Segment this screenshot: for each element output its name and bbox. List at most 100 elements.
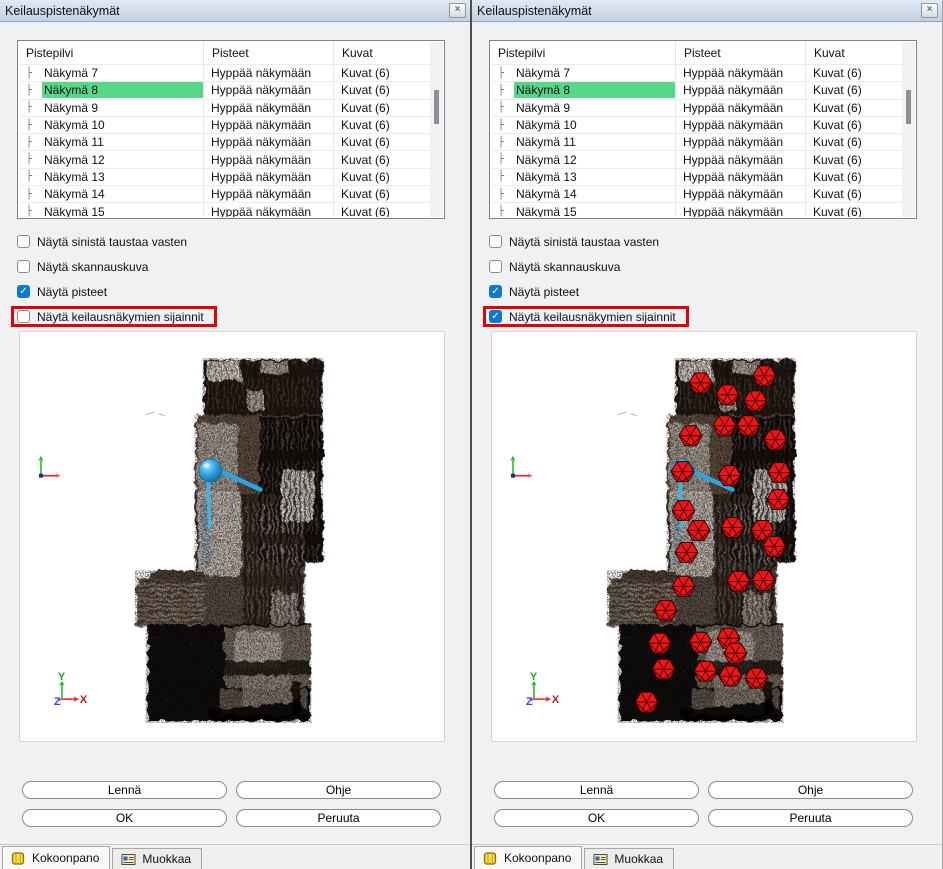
scan-position-marker[interactable] bbox=[652, 659, 675, 679]
scan-position-marker[interactable] bbox=[635, 692, 658, 712]
jump-to-view-action[interactable]: Hyppää näkymään bbox=[676, 82, 806, 98]
scan-position-marker[interactable] bbox=[764, 430, 787, 450]
table-row[interactable]: ├ Näkymä 10 Hyppää näkymään Kuvat (6) bbox=[491, 116, 902, 133]
scan-position-marker[interactable] bbox=[672, 576, 695, 596]
images-link[interactable]: Kuvat (6) bbox=[334, 169, 430, 185]
jump-to-view-action[interactable]: Hyppää näkymään bbox=[676, 151, 806, 167]
jump-to-view-action[interactable]: Hyppää näkymään bbox=[204, 117, 334, 133]
jump-to-view-action[interactable]: Hyppää näkymään bbox=[204, 65, 334, 81]
images-link[interactable]: Kuvat (6) bbox=[806, 203, 902, 217]
scan-position-marker[interactable] bbox=[745, 668, 768, 688]
images-link[interactable]: Kuvat (6) bbox=[334, 203, 430, 217]
images-link[interactable]: Kuvat (6) bbox=[334, 82, 430, 98]
close-button[interactable]: × bbox=[921, 3, 938, 18]
scrollbar-thumb[interactable] bbox=[906, 90, 911, 124]
checkbox-row[interactable]: ✓ Näytä keilausnäkymien sijainnit bbox=[486, 309, 686, 324]
scan-position-marker[interactable] bbox=[737, 416, 760, 436]
scan-position-marker[interactable] bbox=[727, 571, 750, 591]
checkbox-row[interactable]: Näytä sinistä taustaa vasten bbox=[486, 234, 669, 249]
table-row[interactable]: ├ Näkymä 10 Hyppää näkymään Kuvat (6) bbox=[19, 116, 430, 133]
cancel-button[interactable]: Peruuta bbox=[708, 809, 913, 827]
point-cloud-viewport[interactable] bbox=[491, 331, 917, 742]
checkbox[interactable] bbox=[17, 235, 30, 248]
scan-position-marker[interactable] bbox=[687, 521, 710, 541]
ok-button[interactable]: OK bbox=[22, 809, 227, 827]
jump-to-view-action[interactable]: Hyppää näkymään bbox=[204, 169, 334, 185]
checkbox-row[interactable]: ✓ Näytä pisteet bbox=[14, 284, 117, 299]
table-row[interactable]: ├ Näkymä 12 Hyppää näkymään Kuvat (6) bbox=[19, 150, 430, 167]
checkbox[interactable] bbox=[489, 235, 502, 248]
checkbox[interactable] bbox=[17, 310, 30, 323]
table-row[interactable]: ├ Näkymä 8 Hyppää näkymään Kuvat (6) bbox=[19, 81, 430, 98]
scan-position-marker[interactable] bbox=[689, 632, 712, 652]
scan-position-marker[interactable] bbox=[753, 366, 776, 386]
images-link[interactable]: Kuvat (6) bbox=[806, 151, 902, 167]
checkbox[interactable] bbox=[17, 260, 30, 273]
tab-kokoonpano[interactable]: Kokoonpano bbox=[474, 846, 582, 869]
images-link[interactable]: Kuvat (6) bbox=[334, 151, 430, 167]
jump-to-view-action[interactable]: Hyppää näkymään bbox=[676, 134, 806, 150]
checkbox-row[interactable]: Näytä sinistä taustaa vasten bbox=[14, 234, 197, 249]
jump-to-view-action[interactable]: Hyppää näkymään bbox=[676, 186, 806, 202]
scan-position-marker[interactable] bbox=[694, 661, 717, 681]
scan-position-marker[interactable] bbox=[689, 373, 712, 393]
images-link[interactable]: Kuvat (6) bbox=[334, 134, 430, 150]
jump-to-view-action[interactable]: Hyppää näkymään bbox=[676, 169, 806, 185]
point-cloud-viewport[interactable] bbox=[19, 331, 445, 742]
checkbox[interactable] bbox=[489, 260, 502, 273]
scan-position-marker[interactable] bbox=[718, 466, 741, 486]
scan-position-marker[interactable] bbox=[721, 518, 744, 538]
dialog-titlebar[interactable]: Keilauspistenäkymät × bbox=[0, 0, 471, 22]
scan-position-marker[interactable] bbox=[679, 426, 702, 446]
scan-position-marker[interactable] bbox=[752, 570, 775, 590]
table-row[interactable]: ├ Näkymä 13 Hyppää näkymään Kuvat (6) bbox=[491, 168, 902, 185]
images-link[interactable]: Kuvat (6) bbox=[334, 65, 430, 81]
scan-position-marker[interactable] bbox=[763, 537, 786, 557]
scan-position-marker[interactable] bbox=[767, 490, 790, 510]
images-link[interactable]: Kuvat (6) bbox=[334, 186, 430, 202]
scan-position-marker[interactable] bbox=[719, 666, 742, 686]
jump-to-view-action[interactable]: Hyppää näkymään bbox=[676, 203, 806, 217]
table-row[interactable]: ├ Näkymä 9 Hyppää näkymään Kuvat (6) bbox=[19, 99, 430, 116]
images-link[interactable]: Kuvat (6) bbox=[806, 186, 902, 202]
scan-position-marker[interactable] bbox=[713, 416, 736, 436]
table-row[interactable]: ├ Näkymä 13 Hyppää näkymään Kuvat (6) bbox=[19, 168, 430, 185]
checkbox-row[interactable]: ✓ Näytä pisteet bbox=[486, 284, 589, 299]
jump-to-view-action[interactable]: Hyppää näkymään bbox=[204, 203, 334, 217]
table-row[interactable]: ├ Näkymä 12 Hyppää näkymään Kuvat (6) bbox=[491, 150, 902, 167]
scan-position-marker[interactable] bbox=[744, 391, 767, 411]
images-link[interactable]: Kuvat (6) bbox=[334, 100, 430, 116]
table-row[interactable]: ├ Näkymä 15 Hyppää näkymään Kuvat (6) bbox=[491, 202, 902, 217]
cancel-button[interactable]: Peruuta bbox=[236, 809, 441, 827]
scan-position-marker[interactable] bbox=[675, 542, 698, 562]
images-link[interactable]: Kuvat (6) bbox=[806, 100, 902, 116]
scrollbar-thumb[interactable] bbox=[434, 90, 439, 124]
images-link[interactable]: Kuvat (6) bbox=[806, 65, 902, 81]
table-row[interactable]: ├ Näkymä 9 Hyppää näkymään Kuvat (6) bbox=[491, 99, 902, 116]
jump-to-view-action[interactable]: Hyppää näkymään bbox=[204, 100, 334, 116]
help-button[interactable]: Ohje bbox=[708, 781, 913, 799]
checkbox[interactable]: ✓ bbox=[17, 285, 30, 298]
checkbox-row[interactable]: Näytä skannauskuva bbox=[486, 259, 630, 274]
table-row[interactable]: ├ Näkymä 14 Hyppää näkymään Kuvat (6) bbox=[19, 185, 430, 202]
tab-muokkaa[interactable]: Muokkaa bbox=[584, 848, 674, 869]
images-link[interactable]: Kuvat (6) bbox=[806, 134, 902, 150]
table-scrollbar[interactable] bbox=[430, 42, 443, 217]
table-row[interactable]: ├ Näkymä 14 Hyppää näkymään Kuvat (6) bbox=[491, 185, 902, 202]
close-button[interactable]: × bbox=[449, 3, 466, 18]
tab-kokoonpano[interactable]: Kokoonpano bbox=[2, 846, 110, 869]
tab-muokkaa[interactable]: Muokkaa bbox=[112, 848, 202, 869]
images-link[interactable]: Kuvat (6) bbox=[806, 169, 902, 185]
fly-button[interactable]: Lennä bbox=[494, 781, 699, 799]
scan-position-marker[interactable] bbox=[768, 463, 791, 483]
ok-button[interactable]: OK bbox=[494, 809, 699, 827]
help-button[interactable]: Ohje bbox=[236, 781, 441, 799]
images-link[interactable]: Kuvat (6) bbox=[334, 117, 430, 133]
jump-to-view-action[interactable]: Hyppää näkymään bbox=[204, 186, 334, 202]
images-link[interactable]: Kuvat (6) bbox=[806, 82, 902, 98]
scan-position-marker[interactable] bbox=[654, 600, 677, 620]
table-row[interactable]: ├ Näkymä 7 Hyppää näkymään Kuvat (6) bbox=[19, 64, 430, 81]
scan-position-marker[interactable] bbox=[716, 385, 739, 405]
jump-to-view-action[interactable]: Hyppää näkymään bbox=[676, 100, 806, 116]
images-link[interactable]: Kuvat (6) bbox=[806, 117, 902, 133]
